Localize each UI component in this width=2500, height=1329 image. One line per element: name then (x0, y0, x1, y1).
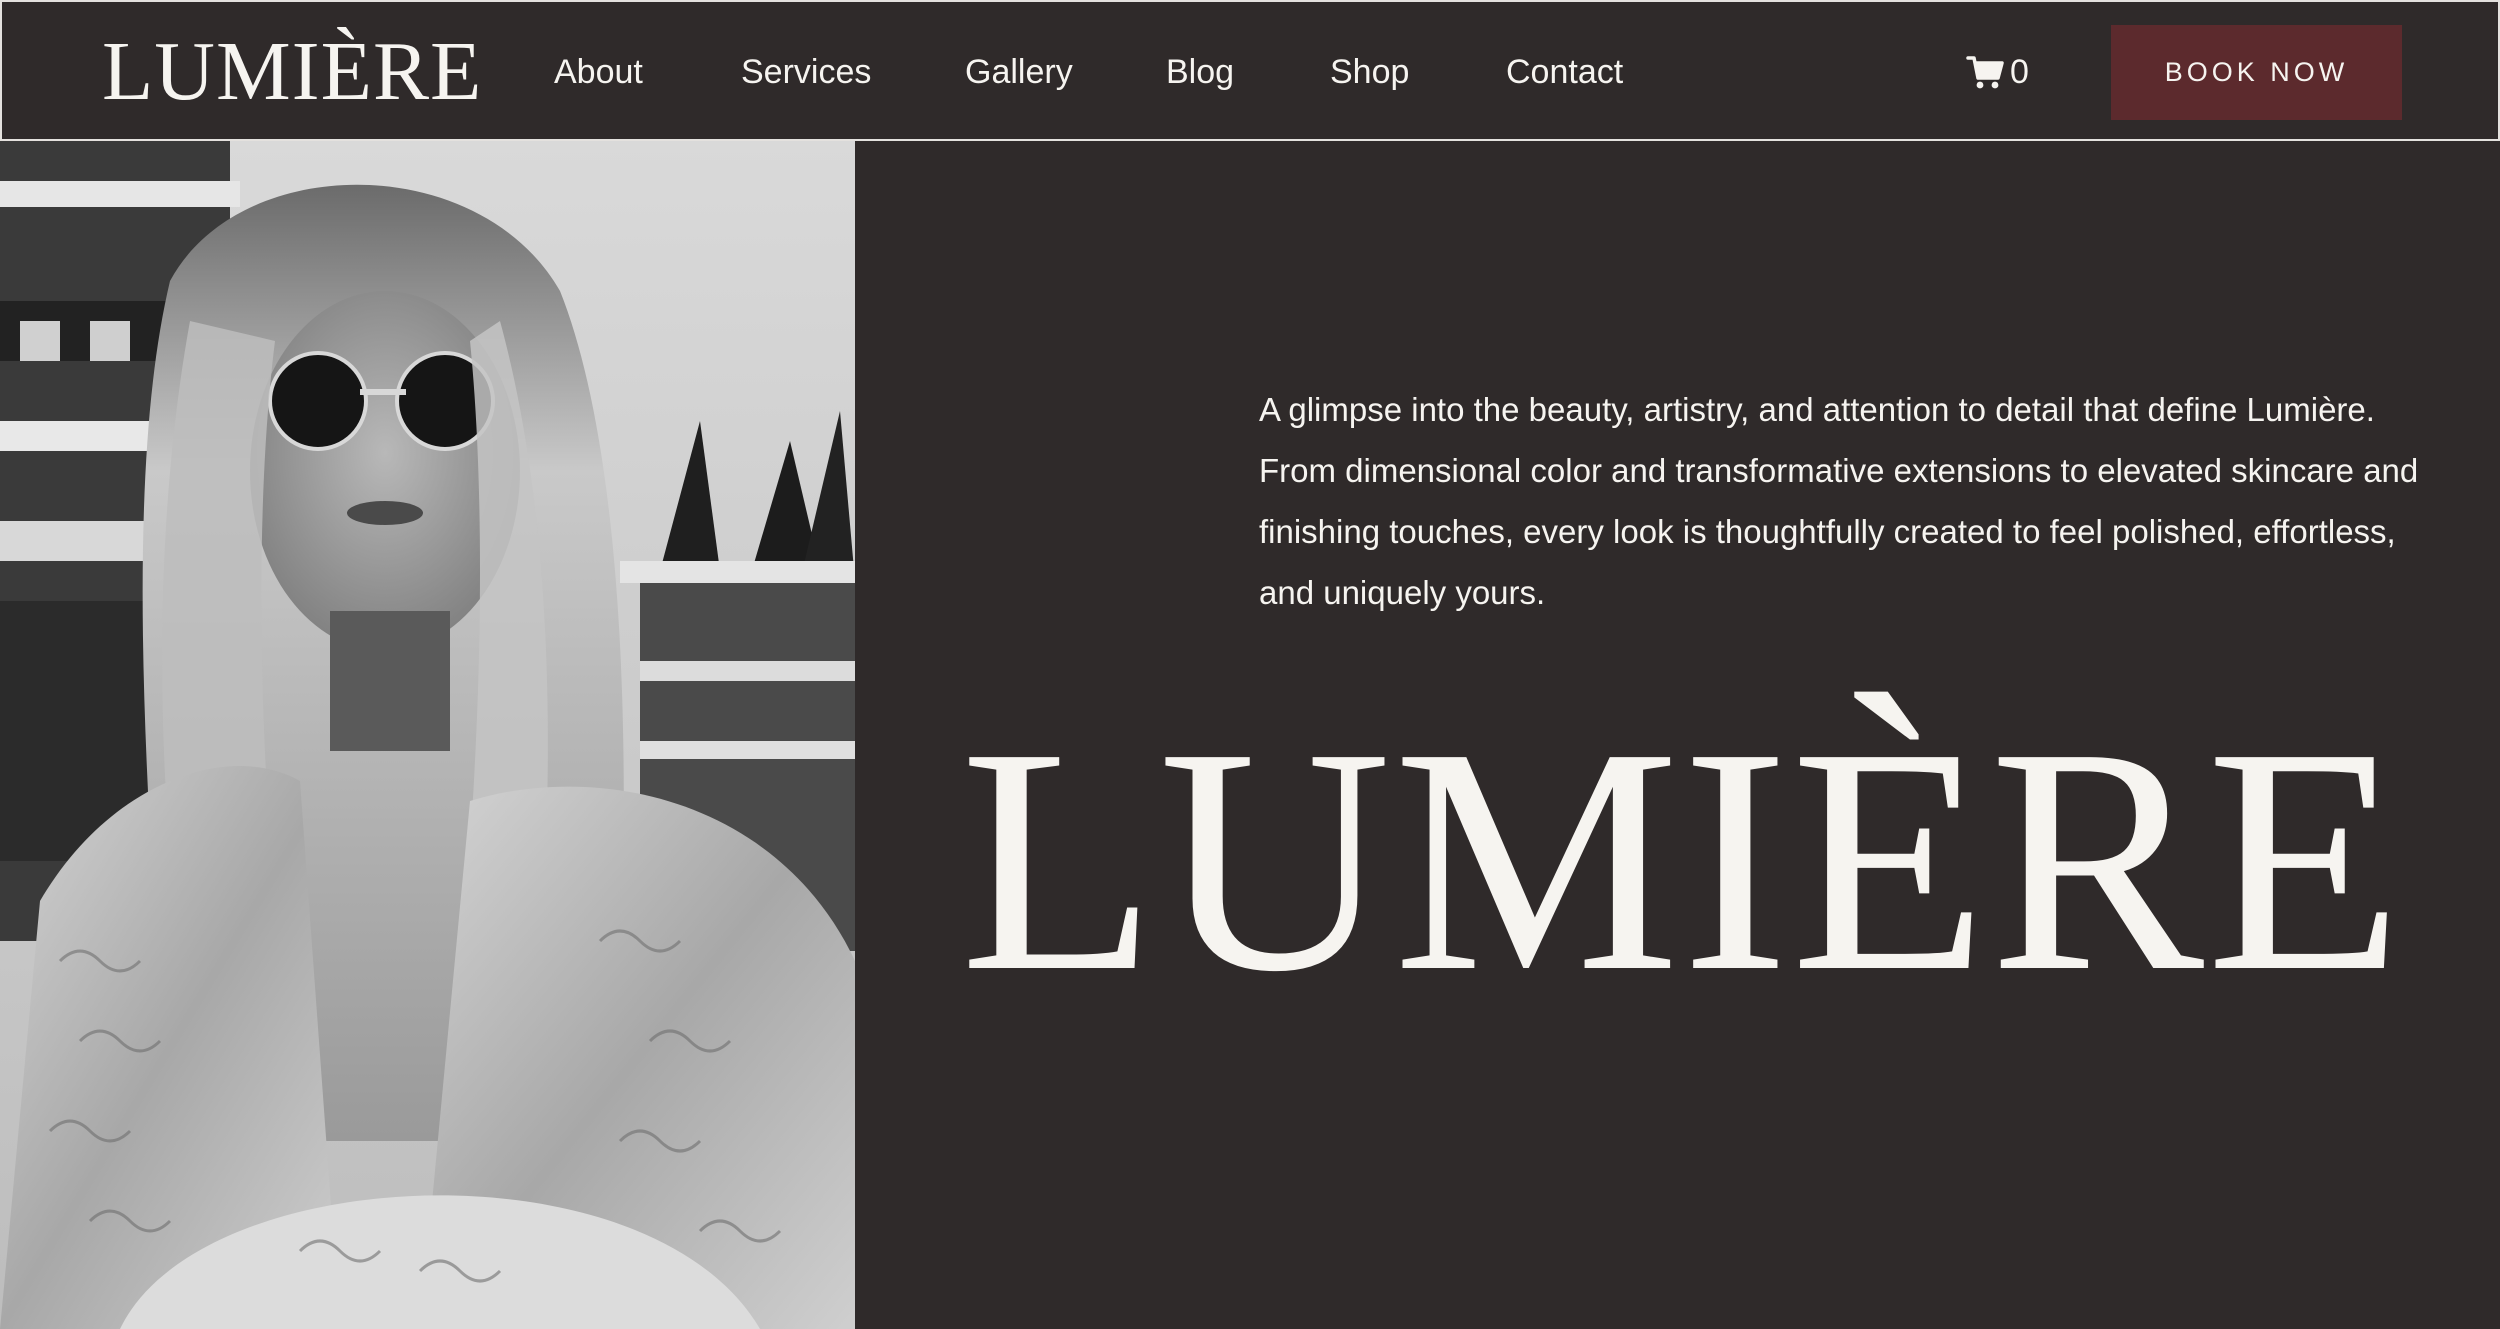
portrait-illustration (0, 141, 855, 1329)
site-logo[interactable]: LUMIÈRE (102, 22, 482, 122)
nav-services[interactable]: Services (741, 44, 871, 100)
nav-contact[interactable]: Contact (1506, 44, 1623, 100)
site-header: LUMIÈRE About Services Gallery Blog Shop… (0, 0, 2500, 141)
hero-title: LUMIÈRE (960, 681, 2405, 1038)
book-now-button[interactable]: BOOK NOW (2111, 25, 2402, 120)
intro-text: A glimpse into the beauty, artistry, and… (1259, 391, 2419, 611)
cart-count: 0 (2010, 53, 2029, 91)
nav-blog[interactable]: Blog (1166, 44, 1234, 100)
cart-button[interactable]: 0 (1966, 46, 2029, 98)
nav-gallery[interactable]: Gallery (965, 44, 1073, 100)
nav-shop[interactable]: Shop (1330, 44, 1409, 100)
nav-about[interactable]: About (554, 44, 643, 100)
cart-icon (1966, 56, 2004, 89)
page: LUMIÈRE About Services Gallery Blog Shop… (0, 0, 2500, 1329)
hero-image (0, 141, 855, 1329)
